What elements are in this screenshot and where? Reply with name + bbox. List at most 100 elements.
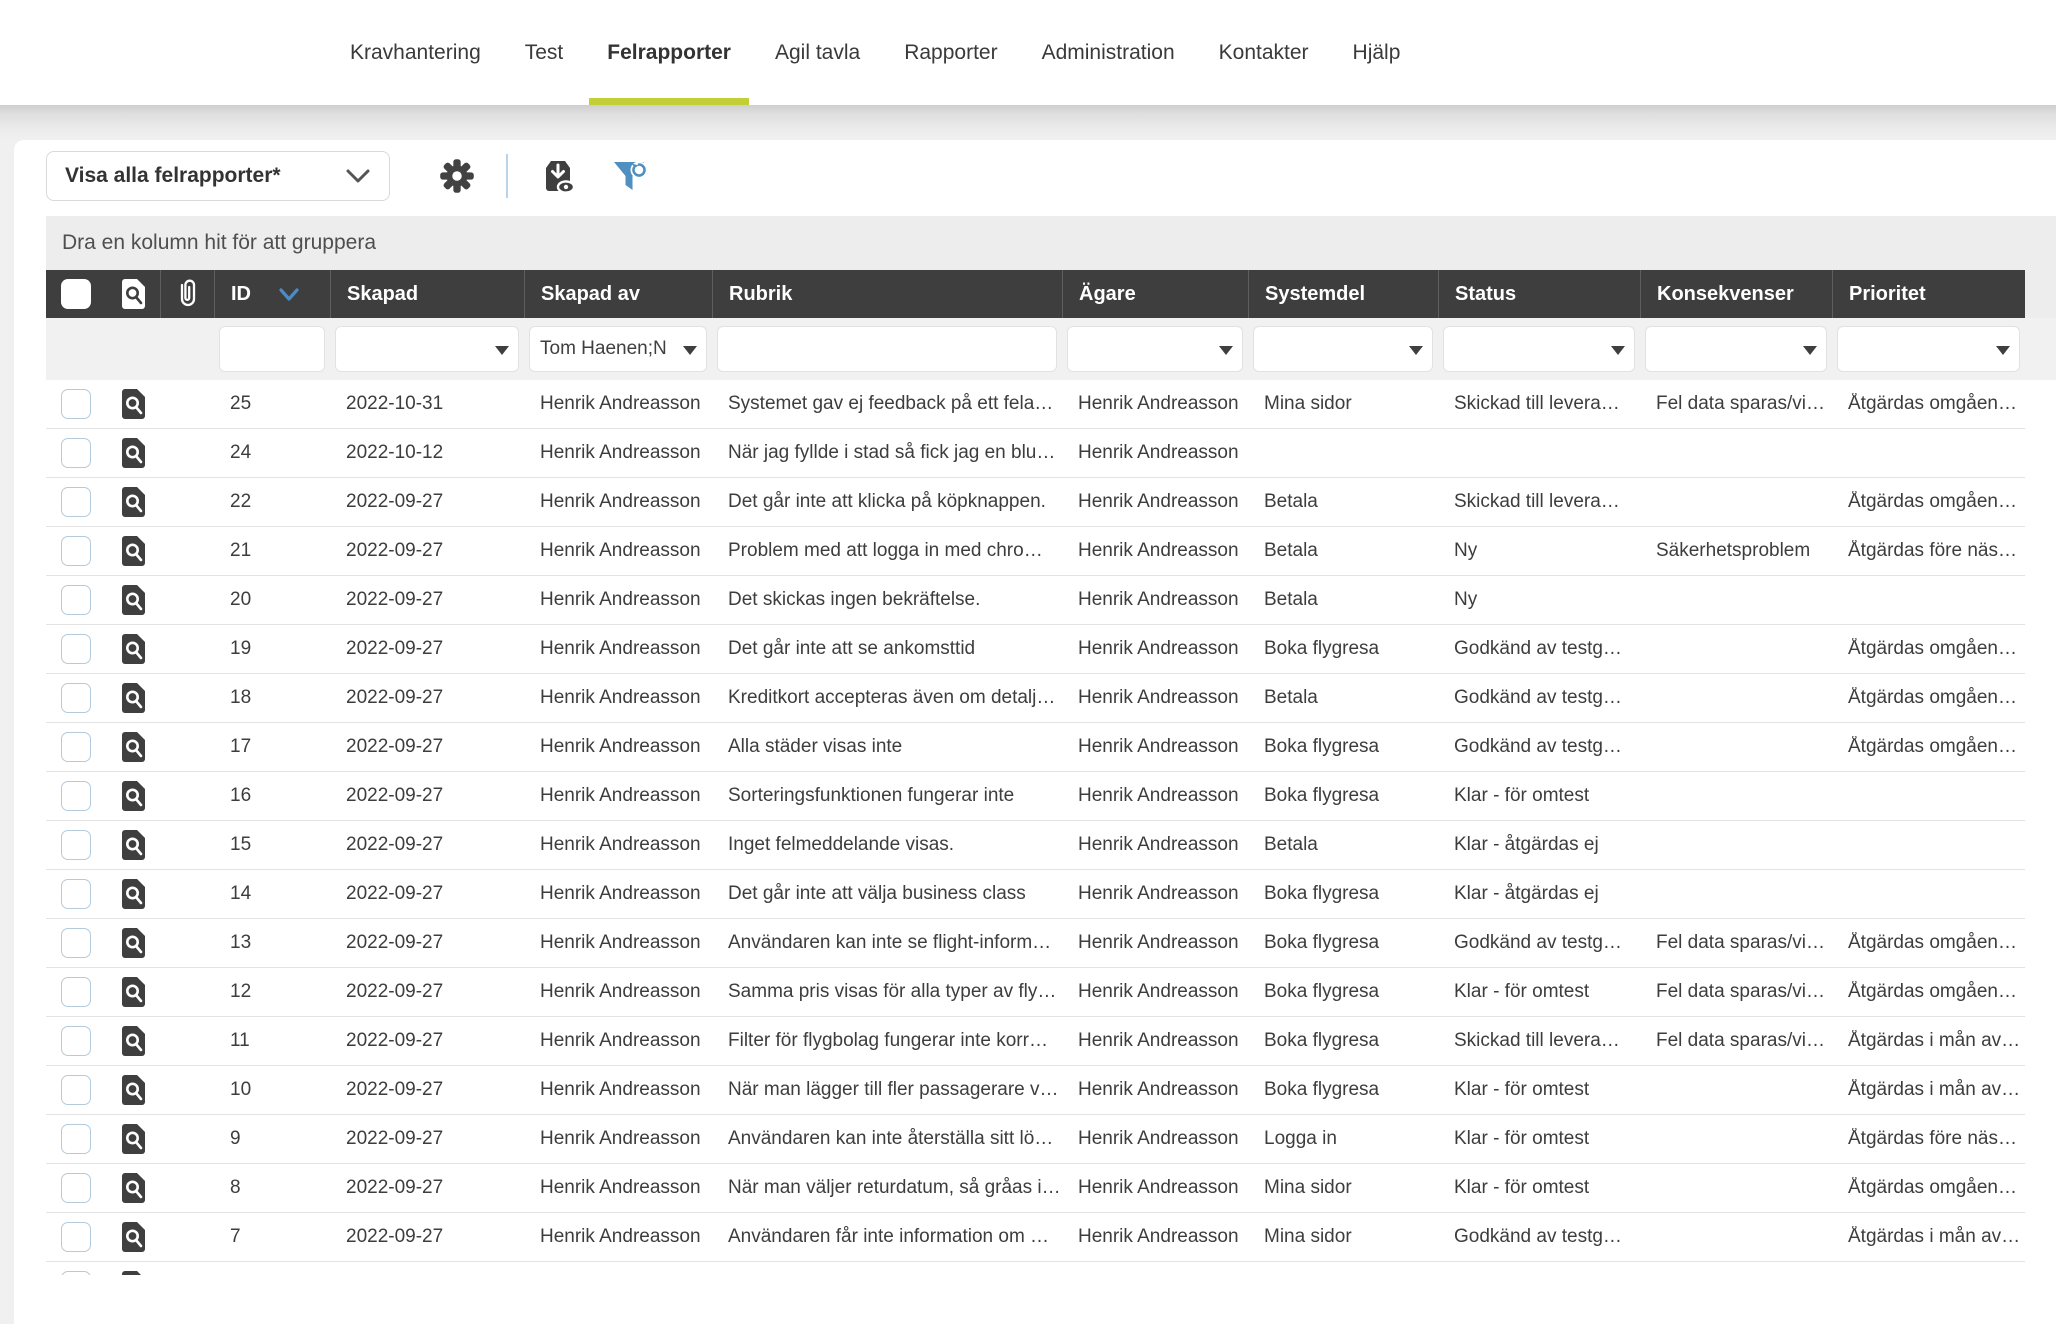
table-row[interactable]: 72022-09-27Henrik AndreassonAnvändaren f… [46,1213,2025,1262]
cell-id: 19 [214,638,330,660]
header-cell-id[interactable]: ID [214,270,330,318]
preview-icon[interactable] [120,1123,147,1155]
filter-input-skapad[interactable] [335,326,519,372]
tab-kontakter[interactable]: Kontakter [1219,0,1309,105]
cell-status: Klar - för omtest [1438,1177,1640,1199]
preview-icon[interactable] [120,927,147,959]
preview-icon[interactable] [120,437,147,469]
tab-agil-tavla[interactable]: Agil tavla [775,0,860,105]
filter-input-id[interactable] [219,326,325,372]
preview-icon[interactable] [120,1025,147,1057]
filter-input-status[interactable] [1443,326,1635,372]
row-checkbox[interactable] [61,438,91,468]
row-checkbox[interactable] [61,928,91,958]
table-row[interactable]: 92022-09-27Henrik AndreassonAnvändaren k… [46,1115,2025,1164]
preview-icon[interactable] [120,1221,147,1253]
saved-filter-label: Visa alla felrapporter* [65,164,281,188]
preview-icon[interactable] [120,584,147,616]
table-row[interactable]: 242022-10-12Henrik AndreassonNär jag fyl… [46,429,2025,478]
table-row[interactable]: 102022-09-27Henrik AndreassonNär man läg… [46,1066,2025,1115]
export-view-icon[interactable] [536,154,580,198]
table-row[interactable]: 182022-09-27Henrik AndreassonKreditkort … [46,674,2025,723]
table-row[interactable]: 222022-09-27Henrik AndreassonDet går int… [46,478,2025,527]
header-cell-skapad-av[interactable]: Skapad av [524,270,712,318]
preview-icon[interactable] [120,731,147,763]
preview-icon[interactable] [120,1074,147,1106]
cell-skapad-av: Henrik Andreasson [524,638,712,660]
row-checkbox[interactable] [61,732,91,762]
row-checkbox[interactable] [61,830,91,860]
filter-input-konsekvenser[interactable] [1645,326,1827,372]
row-checkbox[interactable] [61,1026,91,1056]
cell-systemdel: Boka flygresa [1248,1079,1438,1101]
tab-test[interactable]: Test [525,0,564,105]
select-all-checkbox[interactable] [61,279,91,309]
saved-filter-dropdown[interactable]: Visa alla felrapporter* [46,151,390,201]
group-by-bar[interactable]: Dra en kolumn hit för att gruppera [46,216,2056,270]
table-row[interactable]: 112022-09-27Henrik AndreassonFilter för … [46,1017,2025,1066]
row-checkbox[interactable] [61,487,91,517]
tab-hjälp[interactable]: Hjälp [1353,0,1401,105]
table-row[interactable]: 202022-09-27Henrik AndreassonDet skickas… [46,576,2025,625]
row-checkbox[interactable] [61,634,91,664]
filter-input-systemdel[interactable] [1253,326,1433,372]
cell-id: 17 [214,736,330,758]
cell-id: 14 [214,883,330,905]
row-checkbox[interactable] [61,1124,91,1154]
header-cell-rubrik[interactable]: Rubrik [712,270,1062,318]
header-label: Skapad av [541,283,640,306]
preview-icon[interactable] [120,633,147,665]
preview-icon[interactable] [120,486,147,518]
row-checkbox[interactable] [61,879,91,909]
header-cell-prioritet[interactable]: Prioritet [1832,270,2025,318]
filter-refresh-icon[interactable] [608,154,652,198]
tab-kravhantering[interactable]: Kravhantering [350,0,481,105]
header-label: ID [231,283,251,306]
table-row[interactable]: 252022-10-31Henrik AndreassonSystemet ga… [46,380,2025,429]
settings-gear-icon[interactable] [436,155,478,197]
preview-icon[interactable] [120,976,147,1008]
row-checkbox[interactable] [61,977,91,1007]
header-cell-agare[interactable]: Ägare [1062,270,1248,318]
table-row[interactable]: 122022-09-27Henrik AndreassonSamma pris … [46,968,2025,1017]
row-checkbox[interactable] [61,389,91,419]
header-cell-konsekvenser[interactable]: Konsekvenser [1640,270,1832,318]
header-cell-systemdel[interactable]: Systemdel [1248,270,1438,318]
table-row[interactable]: 162022-09-27Henrik AndreassonSorteringsf… [46,772,2025,821]
row-checkbox[interactable] [61,781,91,811]
tab-felrapporter[interactable]: Felrapporter [607,0,731,105]
preview-icon[interactable] [120,535,147,567]
table-row[interactable]: 192022-09-27Henrik AndreassonDet går int… [46,625,2025,674]
preview-icon[interactable] [120,388,147,420]
preview-icon[interactable] [120,780,147,812]
table-row[interactable]: 82022-09-27Henrik AndreassonNär man välj… [46,1164,2025,1213]
filter-input-agare[interactable] [1067,326,1243,372]
preview-icon[interactable] [120,1172,147,1204]
cell-skapad-av: Henrik Andreasson [524,883,712,905]
row-checkbox[interactable] [61,1075,91,1105]
preview-icon[interactable] [120,829,147,861]
table-row[interactable]: 132022-09-27Henrik AndreassonAnvändaren … [46,919,2025,968]
filter-input-prioritet[interactable] [1837,326,2020,372]
preview-icon[interactable] [120,682,147,714]
row-checkbox[interactable] [61,1222,91,1252]
row-checkbox[interactable] [61,536,91,566]
table-row[interactable]: 152022-09-27Henrik AndreassonInget felme… [46,821,2025,870]
header-cell-skapad[interactable]: Skapad [330,270,524,318]
header-cell-status[interactable]: Status [1438,270,1640,318]
preview-icon[interactable] [120,878,147,910]
row-checkbox[interactable] [61,1271,91,1275]
row-checkbox[interactable] [61,683,91,713]
filter-input-skapad-av[interactable]: Tom Haenen;N [529,326,707,372]
row-checkbox[interactable] [61,585,91,615]
preview-icon[interactable] [120,1270,147,1275]
table-row[interactable]: 142022-09-27Henrik AndreassonDet går int… [46,870,2025,919]
table-row[interactable]: 172022-09-27Henrik AndreassonAlla städer… [46,723,2025,772]
cell-status: Klar - åtgärdas ej [1438,883,1640,905]
table-row[interactable]: 212022-09-27Henrik AndreassonProblem med… [46,527,2025,576]
attachment-paperclip-icon [175,278,201,310]
filter-input-rubrik[interactable] [717,326,1057,372]
row-checkbox[interactable] [61,1173,91,1203]
tab-administration[interactable]: Administration [1042,0,1175,105]
tab-rapporter[interactable]: Rapporter [904,0,997,105]
